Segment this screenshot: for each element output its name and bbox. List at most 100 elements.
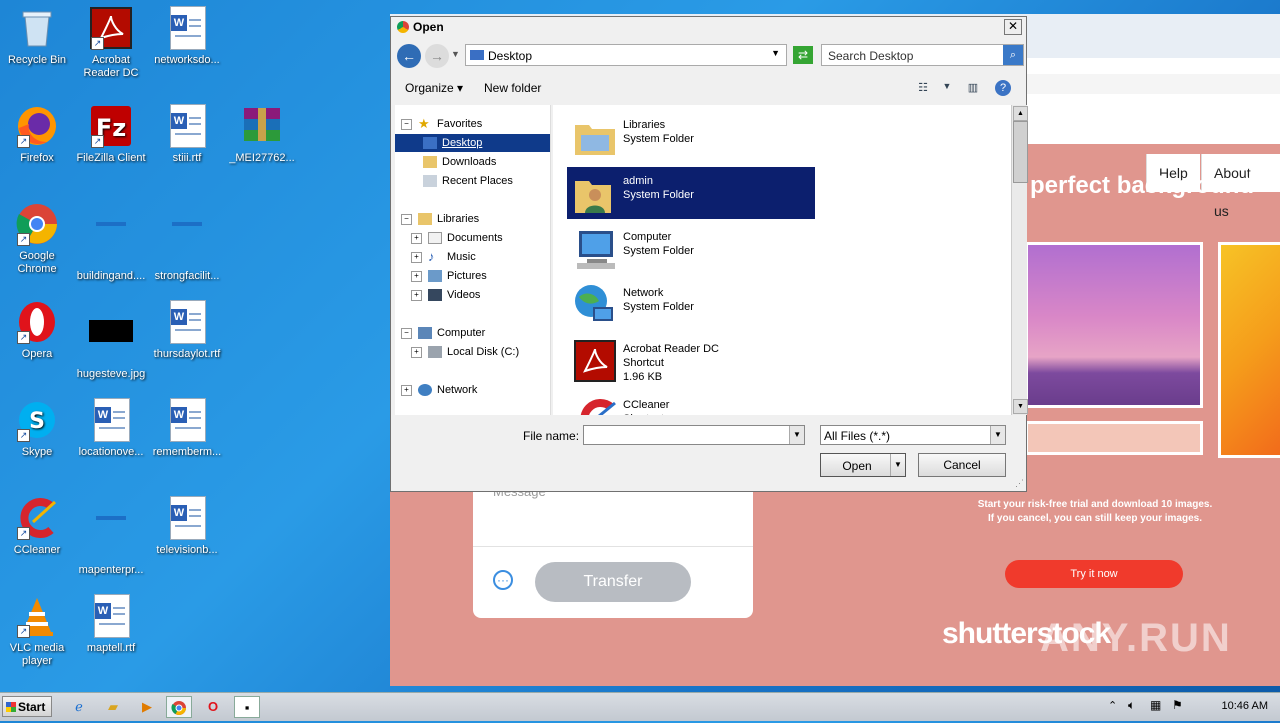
ccleaner-icon[interactable]: ↗ CCleaner [0,496,74,557]
file-list-scrollbar[interactable]: ▲ ▼ [1011,105,1028,415]
computer-icon [418,327,432,340]
taskbar: Start ℯ ▰ ▶ O ▪ ⌃ 🔈︎ ▦ ⚑ 10:46 AM [0,692,1280,721]
tree-item-desktop[interactable]: Desktop [395,134,550,152]
tree-item-favorites[interactable]: − ★ Favorites [401,115,482,133]
internet-explorer-icon[interactable]: ℯ [66,696,92,718]
tree-item-documents[interactable]: + Documents [411,229,503,247]
word-document-icon[interactable]: W networksdo... [150,6,224,67]
promo-image-peach [1025,421,1203,455]
desktop-icon-label: FileZilla Client [76,152,146,164]
vlc-icon[interactable]: ↗ VLC media player [0,594,74,668]
word-document-icon[interactable]: W maptell.rtf [74,594,148,655]
try-it-now-button[interactable]: Try it now [1005,560,1183,588]
file-type: Shortcut [623,413,664,415]
file-name-field[interactable]: ▼ [583,425,805,445]
file-icon[interactable]: strongfacilit... [150,202,224,283]
address-bar[interactable]: Desktop ▼ [465,44,787,66]
organize-menu[interactable]: Organize ▾ [405,81,463,95]
tree-item-videos[interactable]: + Videos [411,286,480,304]
scroll-down-icon[interactable]: ▼ [1013,399,1028,414]
list-item[interactable]: CCleaner Shortcut [567,391,815,415]
word-document-icon[interactable]: W rememberm... [150,398,224,459]
chevron-down-icon[interactable]: ▼ [771,48,780,58]
list-item[interactable]: Libraries System Folder [567,111,815,163]
back-arrow-icon[interactable]: ← [397,44,421,68]
dialog-titlebar[interactable]: Open ✕ [391,17,1026,37]
desktop-icon-label: Acrobat Reader DC [83,54,139,79]
word-document-icon[interactable]: W televisionb... [150,496,224,557]
chevron-down-icon[interactable]: ▼ [939,81,955,95]
chevron-down-icon[interactable]: ▼ [890,454,905,476]
action-center-flag-icon[interactable]: ⚑ [1172,698,1183,712]
tree-item-music[interactable]: + ♪ Music [411,248,476,266]
network-status-icon[interactable]: ▦ [1150,698,1161,712]
tree-item-network[interactable]: + Network [401,381,477,399]
skype-icon[interactable]: S ↗ Skype [0,398,74,459]
downloads-folder-icon [423,156,437,169]
opera-icon[interactable]: ↗ Opera [0,300,74,361]
svg-text:S: S [29,409,45,434]
recent-locations-dropdown-icon[interactable]: ▼ [451,49,460,59]
forward-arrow-icon[interactable]: → [425,44,449,68]
view-options-icon[interactable]: ☷ [915,81,931,95]
search-icon[interactable]: ⌕ [1003,45,1023,65]
opera-icon[interactable]: O [200,696,226,718]
list-item[interactable]: Computer System Folder [567,223,815,275]
tree-item-local-disk[interactable]: + Local Disk (C:) [411,343,519,361]
app-window-icon[interactable]: ▪ [234,696,260,718]
help-icon[interactable]: ? [995,80,1011,96]
list-item[interactable]: Network System Folder [567,279,815,331]
file-type: System Folder [623,133,694,145]
tree-item-pictures[interactable]: + Pictures [411,267,487,285]
desktop-icon-label: rememberm... [152,446,222,458]
word-document-icon[interactable]: W stiii.rtf [150,104,224,165]
close-button[interactable]: ✕ [1004,19,1022,35]
scroll-up-icon[interactable]: ▲ [1013,106,1028,121]
tree-label: Music [447,251,476,263]
list-item[interactable]: admin System Folder [567,167,815,219]
refresh-icon[interactable]: ⇄ [793,46,813,64]
file-name: Libraries [623,119,666,131]
image-file-icon[interactable]: hugesteve.jpg [74,300,148,381]
file-icon[interactable]: buildingand.... [74,202,148,283]
filezilla-icon[interactable]: Fz ↗ FileZilla Client [74,104,148,165]
chevron-down-icon[interactable]: ▼ [990,426,1005,444]
search-input[interactable]: Search Desktop [828,49,913,63]
recycle-bin-icon[interactable]: Recycle Bin [0,6,74,67]
desktop-icon-label: maptell.rtf [86,642,136,654]
tree-item-computer[interactable]: − Computer [401,324,485,342]
transfer-button[interactable]: Transfer [535,562,691,602]
word-document-icon[interactable]: W locationove... [74,398,148,459]
file-type-select[interactable]: All Files (*.*) ▼ [820,425,1006,445]
show-hidden-icons-icon[interactable]: ⌃ [1108,699,1117,712]
cancel-button[interactable]: Cancel [918,453,1006,477]
chrome-taskbar-icon[interactable] [166,696,192,718]
new-folder-button[interactable]: New folder [484,81,541,95]
clock[interactable]: 10:46 AM [1222,700,1268,712]
word-document-icon[interactable]: W thursdaylot.rtf [150,300,224,361]
resize-grip-icon[interactable]: ⋰ [1015,478,1024,489]
scrollbar-thumb[interactable] [1013,121,1028,183]
tree-item-libraries[interactable]: − Libraries [401,210,479,228]
search-box[interactable]: Search Desktop ⌕ [821,44,1024,66]
winrar-archive-icon[interactable]: _MEI27762... [225,104,299,165]
google-chrome-icon[interactable]: ↗ Google Chrome [0,202,74,276]
chevron-down-icon[interactable]: ▼ [789,426,804,444]
list-item[interactable]: Acrobat Reader DC Shortcut 1.96 KB [567,335,815,387]
network-icon [418,384,432,397]
desktop-icon-label: VLC media player [9,642,65,667]
file-icon[interactable]: mapenterpr... [74,496,148,577]
volume-icon[interactable]: 🔈︎ [1128,698,1135,713]
dialog-toolbar: Organize ▾ New folder ☷ ▼ ▥ ? [391,75,1026,103]
more-options-icon[interactable]: ··· [493,570,513,590]
acrobat-reader-icon[interactable]: ↗ Acrobat Reader DC [74,6,148,80]
tree-item-downloads[interactable]: Downloads [423,153,496,171]
firefox-icon[interactable]: ↗ Firefox [0,104,74,165]
file-explorer-icon[interactable]: ▰ [100,696,126,718]
open-button[interactable]: Open ▼ [820,453,906,477]
preview-pane-icon[interactable]: ▥ [965,81,981,95]
tree-item-recent-places[interactable]: Recent Places [423,172,513,190]
desktop-icon-label: Firefox [20,152,54,164]
media-player-icon[interactable]: ▶ [134,696,160,718]
start-button[interactable]: Start [2,696,52,717]
